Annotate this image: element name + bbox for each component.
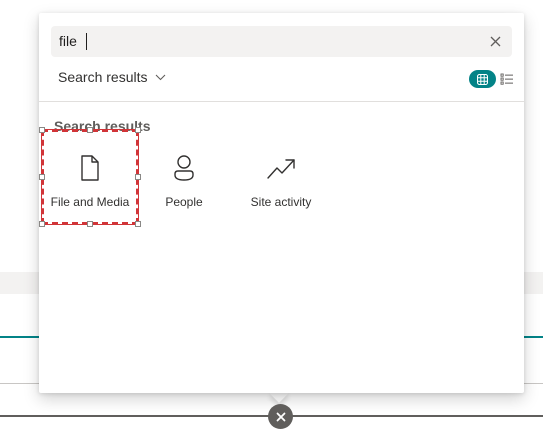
category-tile-people[interactable]: People <box>136 130 232 224</box>
grid-view-button[interactable] <box>469 70 496 88</box>
view-toggle <box>469 70 514 88</box>
clear-icon[interactable] <box>489 35 502 48</box>
trending-up-icon <box>267 159 295 179</box>
resize-handle <box>39 221 45 227</box>
resize-handle <box>39 127 45 133</box>
list-view-icon[interactable] <box>500 72 514 86</box>
category-label: Site activity <box>250 195 312 209</box>
category-label: People <box>165 195 203 209</box>
scope-dropdown[interactable]: Search results <box>58 67 166 87</box>
close-icon <box>276 412 285 421</box>
resize-handle <box>39 174 45 180</box>
close-picker-button[interactable] <box>268 404 293 429</box>
category-tile-file-and-media[interactable]: File and Media <box>39 127 141 227</box>
resize-handle <box>87 127 93 133</box>
person-icon <box>174 155 194 181</box>
toolbox-picker-panel: Search results Search results File and M… <box>39 13 524 393</box>
category-label: File and Media <box>50 195 130 209</box>
scope-dropdown-label: Search results <box>58 69 148 85</box>
category-tile-site-activity[interactable]: Site activity <box>233 130 329 224</box>
search-input[interactable] <box>59 31 479 51</box>
document-icon <box>81 155 99 181</box>
text-caret <box>86 33 87 50</box>
chevron-down-icon <box>156 74 166 80</box>
grid-icon <box>477 73 488 85</box>
search-box[interactable] <box>51 26 512 57</box>
header-divider <box>39 101 524 102</box>
resize-handle <box>87 221 93 227</box>
